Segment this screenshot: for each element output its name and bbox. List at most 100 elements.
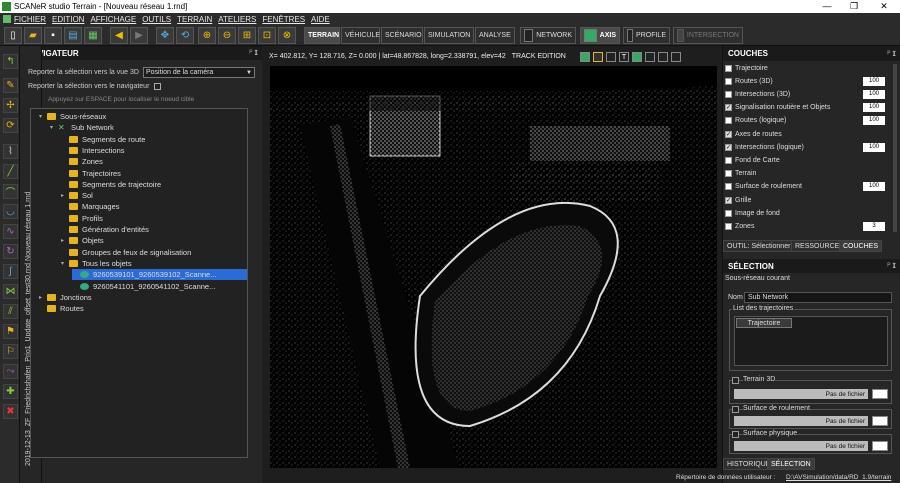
image-icon[interactable]: ▤ <box>64 27 82 44</box>
text-view-icon[interactable]: T <box>619 52 629 62</box>
layer-checkbox[interactable] <box>725 156 732 164</box>
zoom-selection-icon[interactable]: ⊗ <box>278 27 296 44</box>
clothoid-tool-icon[interactable]: ∿ <box>3 224 18 239</box>
tree-item[interactable]: ▸ Sol <box>61 190 93 201</box>
line-tool-icon[interactable]: ╱ <box>3 164 18 179</box>
terrain3d-browse-icon[interactable] <box>872 389 888 399</box>
move-icon[interactable]: ✥ <box>156 27 174 44</box>
menu-fenetres[interactable]: FENÊTRES <box>262 15 305 24</box>
list-view-icon[interactable] <box>606 52 616 62</box>
profile-tool-icon[interactable]: ⤳ <box>3 364 18 379</box>
layer-opacity-spinner[interactable]: 100 <box>863 142 885 152</box>
tree-item[interactable]: Intersections <box>61 145 125 156</box>
menu-edition[interactable]: EDITION <box>52 15 84 24</box>
undo-icon[interactable]: ◀ <box>110 27 128 44</box>
tree-item[interactable]: Marquages <box>61 201 120 212</box>
map-view-icon[interactable] <box>580 52 590 62</box>
tree-item[interactable]: Segments de trajectoire <box>61 179 161 190</box>
expanded-arrow-icon[interactable]: ▾ <box>39 113 45 120</box>
tree-item[interactable]: 9260541101_9260541102_Scanne... <box>72 281 215 292</box>
layer-checkbox[interactable] <box>725 77 732 85</box>
layer-opacity-spinner[interactable]: 100 <box>863 103 885 113</box>
layer-checkbox[interactable] <box>725 90 732 98</box>
layer-opacity-spinner[interactable]: 100 <box>863 89 885 99</box>
marking-tool-icon[interactable]: ⚑ <box>3 324 18 339</box>
tree-item[interactable]: Génération d'entités <box>61 224 149 235</box>
tree-item[interactable]: Zones <box>61 156 103 167</box>
tree-item[interactable]: ▸ Jonctions <box>39 292 92 303</box>
layer-checkbox[interactable]: ✓ <box>725 130 732 138</box>
tree-item[interactable]: ▾ Tous les objets <box>61 258 132 269</box>
close-window-button[interactable]: ✕ <box>871 0 897 13</box>
surface-roulement-browse-icon[interactable] <box>872 416 888 426</box>
profile-button[interactable]: PROFILE <box>623 27 670 44</box>
terrain-view-icon[interactable] <box>632 52 642 62</box>
selection-pin-icon[interactable]: ᴾ 𝗜 <box>888 262 896 270</box>
app-menu-icon[interactable] <box>3 15 11 23</box>
layer-checkbox[interactable]: ✓ <box>725 143 732 151</box>
3d-point-cloud-view[interactable] <box>270 66 717 468</box>
menu-terrain[interactable]: TERRAIN <box>177 15 212 24</box>
spiral-tool-icon[interactable]: ↻ <box>3 244 18 259</box>
layers-scrollbar[interactable] <box>893 64 897 232</box>
grid-view-icon[interactable] <box>593 52 603 62</box>
terrain3d-checkbox[interactable] <box>732 377 739 384</box>
mode-simulation-button[interactable]: SIMULATION <box>424 27 474 44</box>
mode-analyse-button[interactable]: ANALYSE <box>475 27 515 44</box>
tab-couches[interactable]: COUCHES <box>839 240 883 252</box>
trajectory-list[interactable]: Trajectoire <box>734 316 888 366</box>
layer-checkbox[interactable]: ✓ <box>725 104 732 112</box>
menu-affichage[interactable]: AFFICHAGE <box>90 15 136 24</box>
add-tool-icon[interactable]: ✚ <box>3 384 18 399</box>
report-3d-select[interactable]: Position de la caméra ▼ <box>143 67 255 78</box>
layer-checkbox[interactable] <box>725 183 732 191</box>
frame-view-icon[interactable] <box>645 52 655 62</box>
tree-item[interactable]: Trajectoires <box>61 168 121 179</box>
tab-selection[interactable]: SÉLECTION <box>767 458 815 470</box>
menu-outils[interactable]: OUTILS <box>142 15 171 24</box>
select-tool-icon[interactable]: ↰ <box>3 54 18 69</box>
rotate-icon[interactable]: ⟲ <box>176 27 194 44</box>
zoom-extent-icon[interactable]: ⊡ <box>258 27 276 44</box>
surface-physique-browse-icon[interactable] <box>872 441 888 451</box>
tree-item[interactable]: Segments de route <box>61 134 145 145</box>
network-button[interactable]: NETWORK <box>520 27 576 44</box>
square-view-icon[interactable] <box>671 52 681 62</box>
layer-opacity-spinner[interactable]: 100 <box>863 76 885 86</box>
tree-item[interactable]: 9260539101_9260539102_Scanne... <box>72 269 247 281</box>
minimize-button[interactable]: — <box>814 0 840 13</box>
bezier-tool-icon[interactable]: ∫ <box>3 264 18 279</box>
sign-tool-icon[interactable]: ⚐ <box>3 344 18 359</box>
move-tool-icon[interactable]: ✢ <box>3 98 18 113</box>
arc-tool-icon[interactable]: ◡ <box>3 204 18 219</box>
mode-vehicule-button[interactable]: VÉHICULE <box>341 27 380 44</box>
zoom-fit-icon[interactable]: ⊞ <box>238 27 256 44</box>
surface-physique-checkbox[interactable] <box>732 431 739 438</box>
rotate-tool-icon[interactable]: ⟳ <box>3 118 18 133</box>
layer-opacity-spinner[interactable]: 100 <box>863 182 885 192</box>
menu-fichier[interactable]: FICHIER <box>14 15 46 24</box>
zoom-out-icon[interactable]: ⊖ <box>218 27 236 44</box>
road-tool-icon[interactable]: ⌇ <box>3 144 18 159</box>
open-folder-icon[interactable]: ▰ <box>24 27 42 44</box>
mode-scenario-button[interactable]: SCÉNARIO <box>381 27 423 44</box>
redo-icon[interactable]: ▶ <box>130 27 148 44</box>
axis-button[interactable]: AXIS <box>580 27 620 44</box>
join-tool-icon[interactable]: ⋈ <box>3 284 18 299</box>
layer-checkbox[interactable] <box>725 209 732 217</box>
menu-ateliers[interactable]: ATELIERS <box>218 15 256 24</box>
nom-field[interactable]: Sub Network <box>744 292 892 303</box>
collapsed-arrow-icon[interactable]: ▸ <box>39 294 45 301</box>
camera-view-icon[interactable] <box>658 52 668 62</box>
layer-checkbox[interactable] <box>725 64 732 72</box>
layer-checkbox[interactable] <box>725 170 732 178</box>
zoom-in-icon[interactable]: ⊕ <box>198 27 216 44</box>
tree-item[interactable]: ▾ ✕ Sub Network <box>50 122 114 133</box>
tab-outil[interactable]: OUTIL: Sélectionner <box>723 240 795 252</box>
delete-tool-icon[interactable]: ✖ <box>3 404 18 419</box>
collapsed-arrow-icon[interactable]: ▸ <box>61 237 67 244</box>
trajectory-item[interactable]: Trajectoire <box>736 318 792 328</box>
maximize-button[interactable]: ❐ <box>841 0 867 13</box>
status-path[interactable]: D:\AVSimulation/data/RD_1.9/terrain <box>786 474 891 481</box>
layer-opacity-spinner[interactable]: 3 <box>863 221 885 231</box>
